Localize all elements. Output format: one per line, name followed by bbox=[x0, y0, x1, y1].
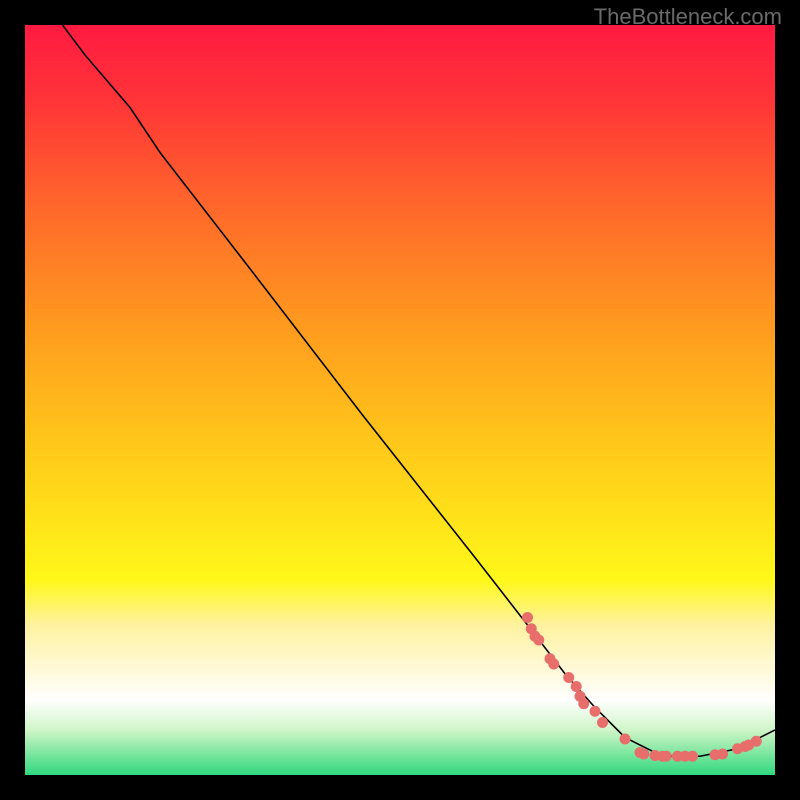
data-marker bbox=[522, 612, 533, 623]
data-marker bbox=[751, 736, 762, 747]
chart-background bbox=[25, 25, 775, 775]
data-marker bbox=[578, 698, 589, 709]
chart-svg bbox=[25, 25, 775, 775]
data-marker bbox=[661, 751, 672, 762]
data-marker bbox=[533, 635, 544, 646]
data-marker bbox=[563, 672, 574, 683]
data-marker bbox=[571, 681, 582, 692]
watermark-text: TheBottleneck.com bbox=[594, 4, 782, 30]
data-marker bbox=[620, 734, 631, 745]
data-marker bbox=[597, 717, 608, 728]
data-marker bbox=[687, 751, 698, 762]
data-marker bbox=[590, 706, 601, 717]
data-marker bbox=[717, 749, 728, 760]
chart-container bbox=[25, 25, 775, 775]
data-marker bbox=[548, 659, 559, 670]
data-marker bbox=[638, 749, 649, 760]
